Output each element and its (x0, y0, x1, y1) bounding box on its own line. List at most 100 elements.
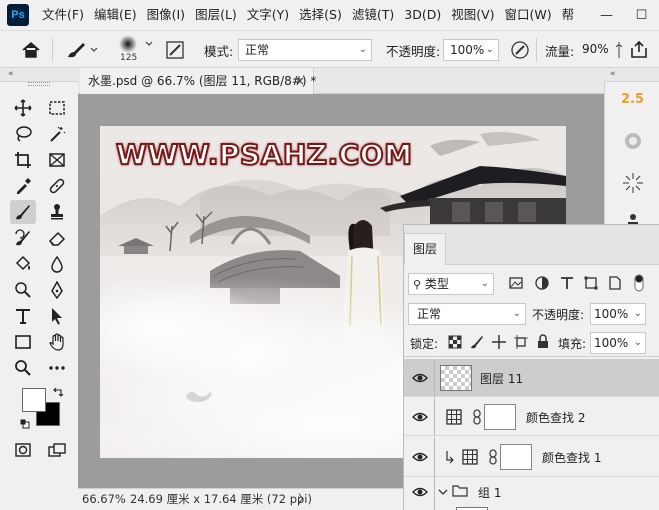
type-icon[interactable] (10, 304, 36, 328)
screen-mode-icon[interactable] (44, 438, 70, 462)
document-tab[interactable]: 水墨.psd @ 66.7% (图层 11, RGB/8#) * × (80, 68, 316, 94)
window-controls: — ☐ (589, 0, 659, 30)
menu-type[interactable]: 文字(Y) (242, 0, 294, 30)
menu-filter[interactable]: 滤镜(T) (347, 0, 399, 30)
airbrush-icon[interactable] (612, 39, 626, 61)
brushes-panel-icon[interactable] (605, 166, 659, 200)
mode-dropdown[interactable]: 正常 ⌄ (238, 39, 372, 61)
layer-mask-thumbnail[interactable] (500, 444, 532, 470)
layer-row-color-lookup-1[interactable]: 颜色查找 1 (404, 437, 659, 477)
link-icon[interactable] (472, 409, 482, 425)
opacity-dropdown[interactable]: 100% ⌄ (443, 39, 499, 61)
zoom-icon[interactable] (10, 356, 36, 380)
fill-label: 填充: (558, 337, 587, 351)
filter-pixel-icon[interactable] (508, 275, 524, 291)
close-icon[interactable]: × (295, 68, 305, 94)
right-panel-collapse-strip[interactable]: « (604, 68, 659, 82)
lock-position-icon[interactable] (492, 335, 506, 349)
menu-view[interactable]: 视图(V) (446, 0, 499, 30)
layer-row-color-lookup-2[interactable]: 颜色查找 2 (404, 398, 659, 436)
blend-mode-dropdown[interactable]: 正常 ⌄ (408, 303, 526, 325)
rectangle-icon[interactable] (10, 330, 36, 354)
zoom-level[interactable]: 66.67% (82, 489, 126, 509)
minimize-button[interactable]: — (589, 0, 624, 30)
maximize-button[interactable]: ☐ (624, 0, 659, 30)
menu-3d[interactable]: 3D(D) (399, 0, 446, 30)
hand-icon[interactable] (44, 330, 70, 354)
search-icon: ⚲ (413, 278, 422, 291)
link-icon[interactable] (488, 449, 498, 465)
filter-toggle[interactable] (634, 274, 644, 292)
dodge-icon[interactable] (10, 278, 36, 302)
tab-layers[interactable]: 图层 (404, 233, 446, 265)
menu-help[interactable]: 帮 (557, 0, 580, 30)
filter-shape-icon[interactable] (583, 275, 599, 291)
filter-adjustment-icon[interactable] (534, 275, 550, 291)
status-menu-arrow[interactable]: 〉 (298, 489, 310, 509)
quick-mask-icon[interactable] (10, 438, 36, 462)
swap-colors-icon[interactable] (52, 386, 64, 398)
eraser-icon[interactable] (44, 226, 70, 250)
pressure-opacity-icon[interactable] (509, 39, 531, 61)
separator (536, 38, 537, 62)
brush-size-label: 125 (120, 53, 138, 63)
mode-value: 正常 (245, 43, 270, 57)
layer-opacity-dropdown[interactable]: 100% ⌄ (590, 303, 646, 325)
history-brush-icon[interactable] (10, 226, 36, 250)
bucket-icon[interactable] (10, 252, 36, 276)
eye-icon[interactable] (412, 485, 428, 499)
toolbox-collapse-strip[interactable]: « (0, 68, 78, 82)
brush-size-panel-button[interactable]: 2.5 (605, 82, 659, 116)
lock-artboard-icon[interactable] (514, 335, 528, 349)
share-icon[interactable] (628, 39, 650, 61)
lock-transparency-icon[interactable] (448, 335, 462, 349)
layer-mask-thumbnail[interactable] (484, 404, 516, 430)
marquee-icon[interactable] (44, 96, 70, 120)
eyedropper-icon[interactable] (10, 174, 36, 198)
menu-edit[interactable]: 编辑(E) (89, 0, 142, 30)
home-icon[interactable] (20, 39, 42, 61)
brush-settings-panel-icon[interactable] (605, 124, 659, 158)
pen-icon[interactable] (44, 278, 70, 302)
eye-icon[interactable] (412, 371, 428, 385)
brush-icon[interactable] (64, 39, 100, 61)
chevron-down-icon[interactable] (438, 486, 448, 496)
clipping-mask-icon (444, 450, 454, 464)
brush-tool-icon[interactable] (10, 200, 36, 224)
move-icon[interactable] (10, 96, 36, 120)
lasso-icon[interactable] (10, 122, 36, 146)
eye-icon[interactable] (412, 450, 428, 464)
layer-row-group-1[interactable]: 组 1 (404, 477, 659, 510)
layer-divider (434, 359, 435, 397)
default-colors-icon[interactable] (20, 418, 30, 429)
menu-select[interactable]: 选择(S) (294, 0, 347, 30)
layer-name: 图层 11 (480, 372, 524, 386)
path-select-icon[interactable] (44, 304, 70, 328)
layer-filter-dropdown[interactable]: ⚲ 类型 ⌄ (408, 273, 494, 295)
more-icon[interactable] (44, 356, 70, 380)
menu-image[interactable]: 图像(I) (142, 0, 190, 30)
separator (52, 38, 53, 62)
magic-wand-icon[interactable] (44, 122, 70, 146)
eye-icon[interactable] (412, 410, 428, 424)
brush-settings-icon[interactable] (164, 39, 186, 61)
foreground-color-swatch[interactable] (22, 388, 46, 412)
menu-file[interactable]: 文件(F) (37, 0, 89, 30)
opacity-value: 100% (450, 43, 485, 57)
filter-smart-object-icon[interactable] (607, 275, 623, 291)
flow-value-field[interactable]: 90% (578, 39, 612, 61)
lock-pixels-icon[interactable] (470, 335, 484, 349)
frame-icon[interactable] (44, 148, 70, 172)
healing-icon[interactable] (44, 174, 70, 198)
layer-row-layer-11[interactable]: 图层 11 (404, 359, 659, 397)
stamp-icon[interactable] (44, 200, 70, 224)
menu-window[interactable]: 窗口(W) (500, 0, 557, 30)
fill-dropdown[interactable]: 100% ⌄ (590, 332, 646, 354)
blur-icon[interactable] (44, 252, 70, 276)
lock-icon[interactable] (536, 334, 550, 349)
photoshop-logo: Ps (7, 4, 29, 26)
brush-preset-picker[interactable]: 125 (114, 34, 158, 66)
filter-type-icon[interactable] (559, 275, 575, 291)
crop-icon[interactable] (10, 148, 36, 172)
menu-layer[interactable]: 图层(L) (190, 0, 242, 30)
